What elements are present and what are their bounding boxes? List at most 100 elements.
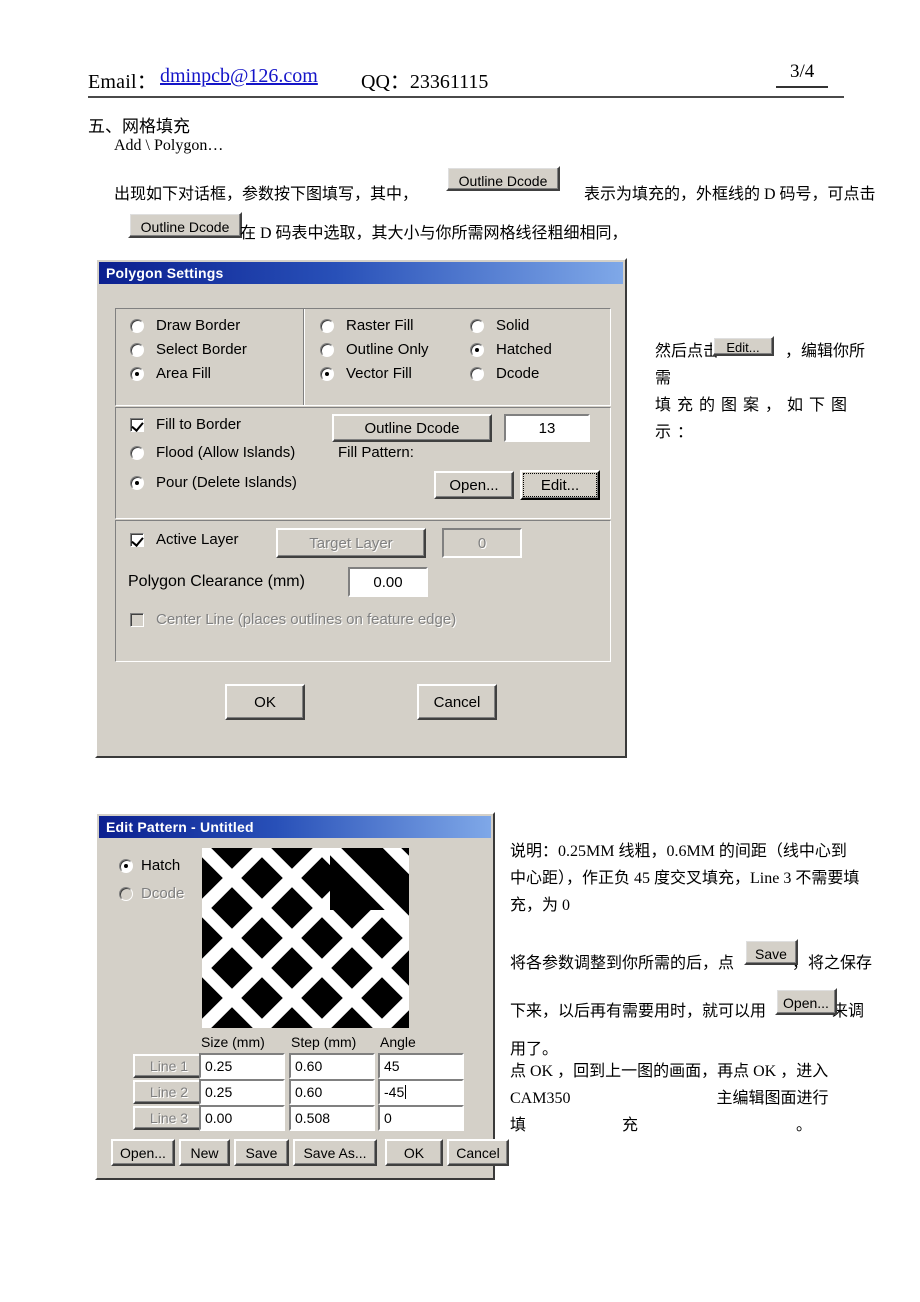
pattern-new-button-label: New	[190, 1144, 219, 1161]
inline-outline-dcode-button-1[interactable]: Outline Dcode	[446, 166, 560, 191]
radio-raster-fill-dot[interactable]	[320, 319, 334, 333]
outline-dcode-field[interactable]: 13	[504, 414, 590, 442]
target-layer-button: Target Layer	[276, 528, 426, 558]
annotation-ok-line1: 点 OK ，回到上一图的画面，再点 OK ，进入	[510, 1063, 829, 1080]
radio-hatched-dot[interactable]	[470, 343, 484, 357]
polygon-cancel-button[interactable]: Cancel	[417, 684, 497, 720]
annotation-ok-line2a: CAM350	[510, 1090, 571, 1107]
annotation-ok-line3c: 。	[796, 1117, 813, 1134]
radio-hatched-label: Hatched	[496, 341, 552, 358]
radio-area-fill-label: Area Fill	[156, 365, 212, 382]
outline-dcode-value: 13	[538, 419, 556, 437]
checkbox-active-layer-box[interactable]	[130, 533, 144, 547]
radio-outline-only-label: Outline Only	[346, 341, 429, 358]
radio-draw-border-dot[interactable]	[130, 319, 144, 333]
hatch-preview-svg	[202, 848, 409, 1028]
polygon-clearance-label: Polygon Clearance (mm)	[128, 573, 305, 590]
annotation-ok-line3b: 充	[622, 1117, 639, 1134]
text-caret	[405, 1085, 407, 1099]
radio-dcode-label: Dcode	[496, 365, 540, 382]
fill-pattern-open-button-label: Open...	[449, 476, 499, 494]
line-1-step-value: 0.60	[295, 1058, 323, 1074]
radio-select-border-label: Select Border	[156, 341, 247, 358]
line-1-size-value: 0.25	[205, 1058, 233, 1074]
radio-dcode-dot[interactable]	[470, 367, 484, 381]
radio-draw-border-label: Draw Border	[156, 317, 241, 334]
pattern-save-button-label: Save	[245, 1144, 278, 1161]
radio-vector-fill-label: Vector Fill	[346, 365, 412, 382]
radio-outline-only-dot[interactable]	[320, 343, 334, 357]
checkbox-center-line-label: Center Line (places outlines on feature …	[156, 611, 457, 628]
checkbox-fill-to-border-box[interactable]	[130, 418, 144, 432]
line-3-size-field[interactable]: 0.00	[199, 1105, 285, 1131]
group-separator	[303, 309, 305, 405]
qq-label: QQ：23361115	[361, 71, 489, 93]
radio-pour-dot[interactable]	[130, 476, 144, 490]
annotation-note-line1: 说明：0.25MM 线粗，0.6MM 的间距（线中心到	[510, 843, 847, 860]
outline-dcode-button[interactable]: Outline Dcode	[332, 414, 492, 442]
polygon-layer-group: Active Layer Target Layer 0 Polygon Clea…	[115, 520, 611, 662]
checkbox-fill-to-border-label: Fill to Border	[156, 416, 242, 433]
column-header-step: Step (mm)	[291, 1034, 357, 1050]
line-1-label: Line 1	[149, 1058, 189, 1074]
radio-area-fill-dot[interactable]	[130, 367, 144, 381]
line-2-step-field[interactable]: 0.60	[289, 1079, 375, 1105]
radio-select-border-dot[interactable]	[130, 343, 144, 357]
radio-solid-dot[interactable]	[470, 319, 484, 333]
outline-dcode-button-label: Outline Dcode	[364, 419, 460, 437]
page-number: 3/4	[776, 61, 829, 88]
fill-pattern-edit-button[interactable]: Edit...	[520, 470, 600, 500]
annotation-save: 将各参数调整到你所需的后，点 ，将之保存 下来，以后再有需要用时，就可以用 来调 用…	[510, 940, 910, 1063]
section-title: 五、网格填充	[88, 117, 190, 136]
line-3-button: Line 3	[133, 1106, 205, 1130]
line-1-size-field[interactable]: 0.25	[199, 1053, 285, 1079]
edit-pattern-dialog: Edit Pattern - Untitled Hatch Dcode Size…	[95, 812, 509, 1180]
annotation-edit-line2: 填充的图案，如下图示：	[655, 397, 854, 441]
annotation-save-line1b: ，将之保存	[792, 955, 873, 972]
line-2-size-value: 0.25	[205, 1084, 233, 1100]
inline-outline-dcode-button-2[interactable]: Outline Dcode	[128, 212, 242, 238]
target-layer-value: 0	[477, 534, 487, 552]
line-2-size-field[interactable]: 0.25	[199, 1079, 285, 1105]
inline-save-button[interactable]: Save	[744, 939, 798, 965]
pattern-cancel-button[interactable]: Cancel	[447, 1139, 509, 1166]
line-1-angle-field[interactable]: 45	[378, 1053, 464, 1079]
radio-vector-fill-dot[interactable]	[320, 367, 334, 381]
radio-flood-label: Flood (Allow Islands)	[156, 444, 296, 461]
annotation-ok-line2b: 主编辑图面进行	[716, 1090, 829, 1107]
pattern-new-button[interactable]: New	[179, 1139, 230, 1166]
line-3-angle-field[interactable]: 0	[378, 1105, 464, 1131]
fill-pattern-label: Fill Pattern:	[338, 444, 414, 461]
pattern-open-button[interactable]: Open...	[111, 1139, 175, 1166]
line-1-step-field[interactable]: 0.60	[289, 1053, 375, 1079]
annotation-ok-line3: 填 充 。	[510, 1112, 910, 1139]
paragraph-1-part-b: 表示为填充的，外框线的 D 码号，可点击	[584, 186, 876, 203]
pattern-save-as-button[interactable]: Save As...	[293, 1139, 377, 1166]
inline-open-button[interactable]: Open...	[775, 988, 837, 1015]
email-link[interactable]: dminpcb@126.com	[160, 65, 318, 88]
hatch-preview	[202, 848, 409, 1028]
line-3-angle-value: 0	[384, 1110, 392, 1126]
fill-pattern-open-button[interactable]: Open...	[434, 471, 514, 499]
pattern-cancel-button-label: Cancel	[456, 1144, 500, 1161]
target-layer-button-label: Target Layer	[309, 534, 393, 552]
line-3-step-field[interactable]: 0.508	[289, 1105, 375, 1131]
radio-pattern-dcode-dot	[119, 887, 133, 901]
page-header: Email： dminpcb@126.com QQ：23361115 3/4	[88, 61, 844, 96]
pattern-save-button[interactable]: Save	[234, 1139, 289, 1166]
line-2-angle-field[interactable]: -45	[378, 1079, 464, 1105]
radio-hatch-label: Hatch	[141, 857, 181, 874]
pattern-ok-button[interactable]: OK	[385, 1139, 443, 1166]
pattern-dialog-title: Edit Pattern - Untitled	[106, 819, 254, 835]
annotation-save-line1a: 将各参数调整到你所需的后，点	[510, 955, 735, 972]
annotation-ok-line2: CAM350 主编辑图面进行	[510, 1085, 910, 1112]
polygon-ok-button[interactable]: OK	[225, 684, 305, 720]
inline-edit-button[interactable]: Edit...	[712, 336, 774, 356]
radio-hatch-dot[interactable]	[119, 859, 133, 873]
polygon-clearance-field[interactable]: 0.00	[348, 567, 428, 597]
document-page: Email： dminpcb@126.com QQ：23361115 3/4 五…	[0, 0, 920, 1302]
radio-flood-dot[interactable]	[130, 446, 144, 460]
radio-pour-label: Pour (Delete Islands)	[156, 474, 297, 491]
polygon-mode-group: Draw Border Select Border Area Fill Rast…	[115, 308, 611, 406]
line-2-label: Line 2	[149, 1084, 189, 1100]
